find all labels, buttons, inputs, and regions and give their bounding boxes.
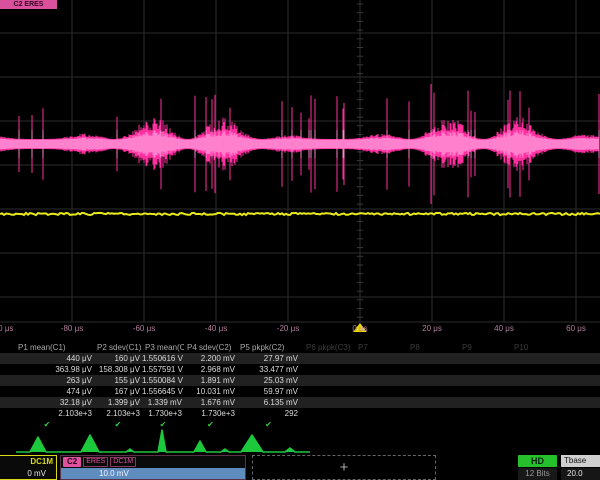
param-header-6[interactable]: P6 pkpk(C3) <box>300 343 352 352</box>
c2-scale-label: 10.0 mV <box>61 468 245 479</box>
measure-value: 440 μV <box>0 354 94 363</box>
measure-value: 2.968 mV <box>184 365 237 374</box>
time-axis-label: -60 μs <box>133 324 155 333</box>
measure-table-header-row: P1 mean(C1)P2 sdev(C1)P3 mean(C2)P4 sdev… <box>0 341 600 353</box>
measure-value: 1.557591 V <box>142 365 184 374</box>
param-header-1[interactable]: P1 mean(C1) <box>0 343 94 352</box>
c2-badge: C2 <box>63 457 81 467</box>
status-check-icon: ✔ <box>0 420 94 429</box>
timebase-descriptor[interactable]: Tbase 20.0 <box>561 455 600 480</box>
add-trace-button[interactable]: + <box>252 455 436 480</box>
measure-value: 1.550616 V <box>142 354 184 363</box>
measure-value: 2.103e+3 <box>0 409 94 418</box>
c2-mode-label: ERES <box>83 457 108 467</box>
time-axis-label: 60 μs <box>566 324 586 333</box>
time-axis-label: 40 μs <box>494 324 514 333</box>
c1-coupling-label: DC1M <box>0 456 56 468</box>
channel-descriptor-c1[interactable]: DC1M 0 mV <box>0 455 57 480</box>
measure-value: 27.97 mV <box>237 354 300 363</box>
time-axis-label: -20 μs <box>277 324 299 333</box>
measure-table-row: 474 μV167 μV1.556645 V10.031 mV59.97 mV <box>0 386 600 397</box>
measure-value: 1.550084 V <box>142 376 184 385</box>
param-header-5[interactable]: P5 pkpk(C2) <box>237 343 300 352</box>
measure-histogram-trace <box>16 430 310 452</box>
oscilloscope-screen: C2 ERES -100 μs -80 μs -60 μs -40 μs -20 μs 0… <box>0 0 600 480</box>
param-header-2[interactable]: P2 sdev(C1) <box>94 343 142 352</box>
time-axis-label: -40 μs <box>205 324 227 333</box>
hd-mode-badge[interactable]: HD <box>518 455 557 467</box>
measure-value: 32.18 μV <box>0 398 94 407</box>
status-check-icon: ✔ <box>94 420 142 429</box>
measure-value: 160 μV <box>94 354 142 363</box>
measure-value: 33.477 mV <box>237 365 300 374</box>
measure-value: 158.308 μV <box>94 365 142 374</box>
measure-table-row: 2.103e+32.103e+31.730e+31.730e+3292 <box>0 408 600 419</box>
time-axis-label: -100 μs <box>0 324 13 333</box>
param-header-9[interactable]: P9 <box>456 343 508 352</box>
measure-value: 1.891 mV <box>184 376 237 385</box>
c2-waveform-core <box>0 130 599 158</box>
time-axis-label: 20 μs <box>422 324 442 333</box>
measure-value: 292 <box>237 409 300 418</box>
param-header-3[interactable]: P3 mean(C2) <box>142 343 184 352</box>
time-axis-label: -80 μs <box>61 324 83 333</box>
measure-value: 263 μV <box>0 376 94 385</box>
bottom-bar: DC1M 0 mV C2 ERES DC1M 10.0 mV + HD 12 B… <box>0 455 600 480</box>
measure-value: 10.031 mV <box>184 387 237 396</box>
status-check-icon: ✔ <box>184 420 237 429</box>
measure-value: 167 μV <box>94 387 142 396</box>
time-axis: -100 μs -80 μs -60 μs -40 μs -20 μs 0 μs 20 μs… <box>0 323 600 339</box>
measure-value: 6.135 mV <box>237 398 300 407</box>
measure-value: 1.556645 V <box>142 387 184 396</box>
measure-value: 1.730e+3 <box>142 409 184 418</box>
measure-value: 2.103e+3 <box>94 409 142 418</box>
timebase-value: 20.0 <box>561 468 600 480</box>
param-header-10[interactable]: P10 <box>508 343 560 352</box>
param-header-8[interactable]: P8 <box>404 343 456 352</box>
measure-value: 1.730e+3 <box>184 409 237 418</box>
measure-value: 2.200 mV <box>184 354 237 363</box>
hd-bits-label: 12 Bits <box>518 468 557 480</box>
measure-value: 1.399 μV <box>94 398 142 407</box>
measure-table-row: 363.98 μV158.308 μV1.557591 V2.968 mV33.… <box>0 364 600 375</box>
c2-coupling-label: DC1M <box>110 457 136 467</box>
measure-value: 59.97 mV <box>237 387 300 396</box>
measure-value: 363.98 μV <box>0 365 94 374</box>
measure-table-row: 263 μV155 μV1.550084 V1.891 mV25.03 mV <box>0 375 600 386</box>
c1-waveform-trace <box>0 213 600 215</box>
c1-scale-label: 0 mV <box>0 468 56 479</box>
measure-table-row: 32.18 μV1.399 μV1.339 mV1.676 mV6.135 mV <box>0 397 600 408</box>
trace-label-badge[interactable]: C2 ERES <box>0 0 57 9</box>
status-check-icon: ✔ <box>237 420 300 429</box>
timebase-title: Tbase <box>561 455 600 467</box>
time-axis-label: 0 μs <box>352 324 367 333</box>
param-header-7[interactable]: P7 <box>352 343 404 352</box>
measure-value: 1.676 mV <box>184 398 237 407</box>
measure-table: P1 mean(C1)P2 sdev(C1)P3 mean(C2)P4 sdev… <box>0 341 600 430</box>
measure-table-row: 440 μV160 μV1.550616 V2.200 mV27.97 mV <box>0 353 600 364</box>
param-header-4[interactable]: P4 sdev(C2) <box>184 343 237 352</box>
measure-value: 1.339 mV <box>142 398 184 407</box>
measure-value: 155 μV <box>94 376 142 385</box>
measure-value: 25.03 mV <box>237 376 300 385</box>
measure-status-row: ✔✔✔✔✔ <box>0 419 600 430</box>
channel-descriptor-c2[interactable]: C2 ERES DC1M 10.0 mV <box>60 455 246 480</box>
measure-value: 474 μV <box>0 387 94 396</box>
status-check-icon: ✔ <box>142 420 184 429</box>
